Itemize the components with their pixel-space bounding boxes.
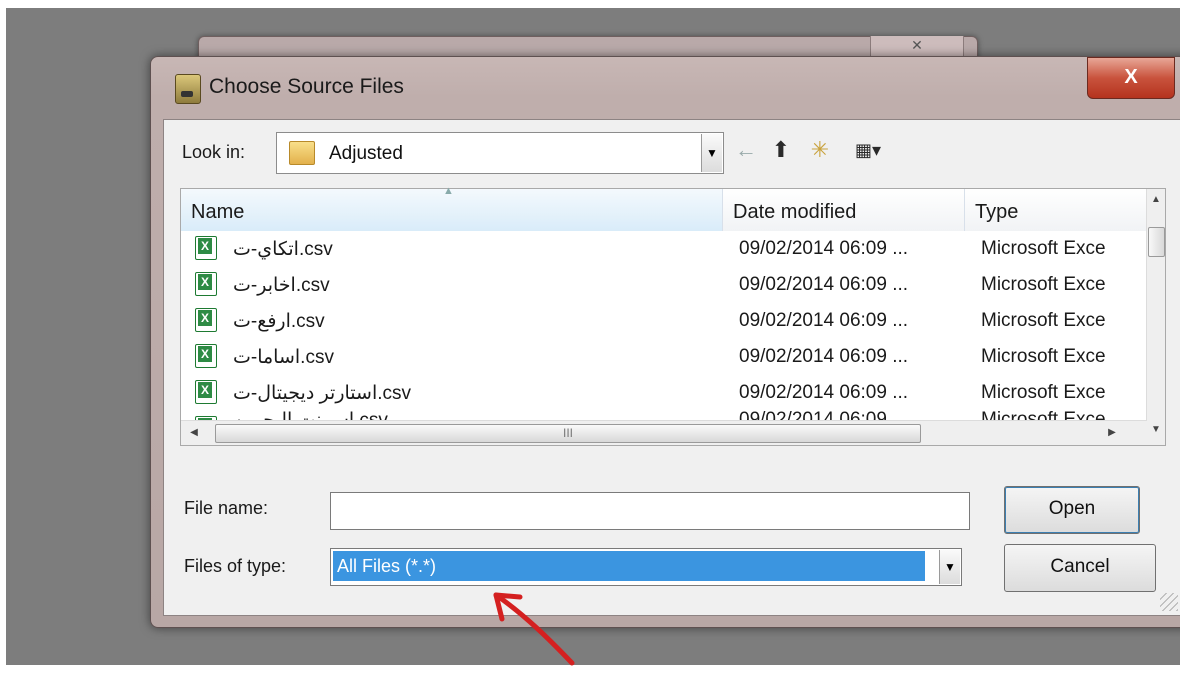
file-type: Microsoft Exce — [981, 310, 1106, 331]
file-date: 09/02/2014 06:09 ... — [739, 274, 909, 295]
file-name: اخابر-ت.csv — [233, 275, 330, 296]
close-button[interactable]: X — [1087, 57, 1175, 99]
look-in-label: Look in: — [182, 142, 246, 162]
up-folder-icon[interactable]: ⬆ — [768, 136, 794, 164]
excel-csv-icon — [195, 344, 217, 368]
file-name: اتكاي-ت.csv — [233, 239, 333, 260]
look-in-combo[interactable]: Adjusted ▼ — [276, 132, 724, 174]
file-date: 09/02/2014 06:09 ... — [739, 310, 909, 331]
look-in-value: Adjusted — [329, 143, 403, 164]
files-of-type-value: All Files (*.*) — [333, 551, 925, 581]
excel-csv-icon — [195, 272, 217, 296]
column-header-name-label: Name — [191, 201, 245, 223]
list-item[interactable]: ارفع-ت.csv 09/02/2014 06:09 ... Microsof… — [181, 303, 1147, 339]
excel-csv-icon — [195, 308, 217, 332]
column-header-type[interactable]: Type — [965, 189, 1147, 231]
dialog-title: Choose Source Files — [209, 75, 404, 98]
file-type: Microsoft Exce — [981, 346, 1106, 367]
file-type: Microsoft Exce — [981, 274, 1106, 295]
list-item[interactable]: اخابر-ت.csv 09/02/2014 06:09 ... Microso… — [181, 267, 1147, 303]
excel-csv-icon — [195, 236, 217, 260]
list-item[interactable]: اساما-ت.csv 09/02/2014 06:09 ... Microso… — [181, 339, 1147, 375]
chevron-down-icon[interactable]: ▼ — [701, 134, 722, 172]
excel-csv-icon — [195, 380, 217, 404]
choose-source-files-dialog: Choose Source Files X Look in: Adjusted … — [150, 56, 1180, 628]
new-folder-icon[interactable]: ✳ — [806, 136, 834, 164]
annotation-arrow-icon — [493, 592, 575, 666]
vertical-scrollbar[interactable]: ▲ ▼ — [1146, 189, 1165, 445]
file-name: ارفع-ت.csv — [233, 311, 325, 332]
vertical-scroll-thumb[interactable] — [1148, 227, 1165, 257]
back-icon[interactable]: ← — [734, 136, 758, 164]
background-window-close-button[interactable]: ✕ — [870, 36, 964, 56]
scroll-down-icon[interactable]: ▼ — [1147, 421, 1165, 439]
scroll-up-icon[interactable]: ▲ — [1147, 191, 1165, 209]
file-name: اساما-ت.csv — [233, 347, 334, 368]
app-icon — [175, 74, 201, 104]
files-of-type-label: Files of type: — [184, 556, 287, 576]
view-menu-icon[interactable]: ▦▾ — [848, 136, 888, 164]
scroll-left-icon[interactable]: ◀ — [185, 424, 203, 442]
file-list[interactable]: Name ▲ Date modified Type اتكاي-ت.csv 09… — [180, 185, 1166, 446]
file-date: 09/02/2014 06:09 ... — [739, 238, 909, 259]
column-header-date[interactable]: Date modified — [723, 189, 965, 231]
files-of-type-select[interactable]: All Files (*.*) ▼ — [330, 548, 962, 586]
column-header-name[interactable]: Name ▲ — [181, 185, 723, 231]
list-item[interactable]: استارتر ديجيتال-ت.csv 09/02/2014 06:09 .… — [181, 375, 1147, 411]
file-date: 09/02/2014 06:09 ... — [739, 382, 909, 403]
file-name: استارتر ديجيتال-ت.csv — [233, 383, 412, 404]
dialog-body: Look in: Adjusted ▼ ← ⬆ ✳ ▦▾ Name ▲ Date… — [163, 119, 1180, 616]
file-name-input[interactable] — [330, 492, 970, 530]
resize-grip[interactable] — [1160, 593, 1178, 611]
list-item[interactable]: اتكاي-ت.csv 09/02/2014 06:09 ... Microso… — [181, 231, 1147, 267]
file-name-label: File name: — [184, 498, 269, 518]
file-type: Microsoft Exce — [981, 238, 1106, 259]
open-button[interactable]: Open — [1004, 486, 1140, 534]
scroll-right-icon[interactable]: ▶ — [1103, 424, 1121, 442]
cancel-button[interactable]: Cancel — [1004, 544, 1156, 592]
folder-icon — [289, 141, 315, 165]
horizontal-scroll-thumb[interactable]: III — [215, 424, 921, 443]
file-type: Microsoft Exce — [981, 382, 1106, 403]
chevron-down-icon[interactable]: ▼ — [939, 550, 960, 584]
file-date: 09/02/2014 06:09 ... — [739, 346, 909, 367]
sort-ascending-icon: ▲ — [443, 185, 454, 197]
horizontal-scrollbar[interactable]: ◀ III ▶ — [181, 420, 1147, 445]
